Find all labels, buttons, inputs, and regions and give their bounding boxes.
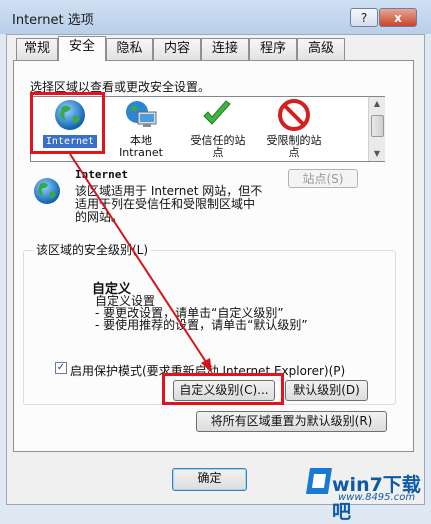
highlight-box: [162, 373, 284, 405]
tab-general[interactable]: 常规: [16, 38, 58, 60]
tab-connections[interactable]: 连接: [201, 38, 249, 60]
highlight-box: [30, 92, 105, 154]
tab-security[interactable]: 安全: [58, 36, 106, 61]
close-button[interactable]: x: [379, 8, 417, 27]
zone-detail-title: Internet: [75, 168, 128, 181]
default-level-button[interactable]: 默认级别(D): [285, 380, 368, 401]
help-button[interactable]: ?: [350, 8, 378, 27]
ok-button[interactable]: 确定: [172, 468, 247, 491]
zone-list-scrollbar[interactable]: ▲ ▼: [368, 97, 385, 161]
trusted-check-icon[interactable]: [200, 98, 234, 132]
tab-content[interactable]: 内容: [153, 38, 201, 60]
scroll-up-icon[interactable]: ▲: [369, 97, 385, 111]
scroll-thumb[interactable]: [371, 115, 384, 137]
custom-line: - 要使用推荐的设置，请单击“默认级别”: [95, 318, 308, 332]
zone-trusted[interactable]: 受信任的站 点: [186, 135, 250, 159]
restricted-icon[interactable]: [277, 98, 311, 132]
window-title: Internet 选项: [12, 13, 94, 28]
custom-level-description: 自定义设置 - 要更改设置，请单击“自定义级别” - 要使用推荐的设置，请单击“…: [95, 295, 385, 331]
security-level-label: 该区域的安全级别(L): [33, 241, 152, 258]
watermark-logo: [306, 468, 332, 494]
title-bar[interactable]: Internet 选项 ? x: [0, 0, 431, 34]
intranet-icon[interactable]: [124, 98, 158, 132]
tab-privacy[interactable]: 隐私: [106, 38, 153, 60]
zone-restricted[interactable]: 受限制的站 点: [262, 135, 326, 159]
globe-icon: [34, 178, 60, 204]
zone-detail-description: 该区域适用于 Internet 网站，但不适用于列在受信任和受限制区域中的网站。: [75, 184, 263, 224]
tab-programs[interactable]: 程序: [249, 38, 297, 60]
reset-all-zones-button[interactable]: 将所有区域重置为默认级别(R): [196, 411, 387, 432]
sites-button[interactable]: 站点(S): [288, 169, 358, 188]
tab-advanced[interactable]: 高级: [297, 38, 345, 60]
watermark-url: www.8495.com: [338, 492, 416, 503]
protected-mode-checkbox[interactable]: ✓: [55, 362, 67, 374]
zone-intranet[interactable]: 本地 Intranet: [110, 135, 172, 159]
scroll-down-icon[interactable]: ▼: [369, 147, 385, 161]
